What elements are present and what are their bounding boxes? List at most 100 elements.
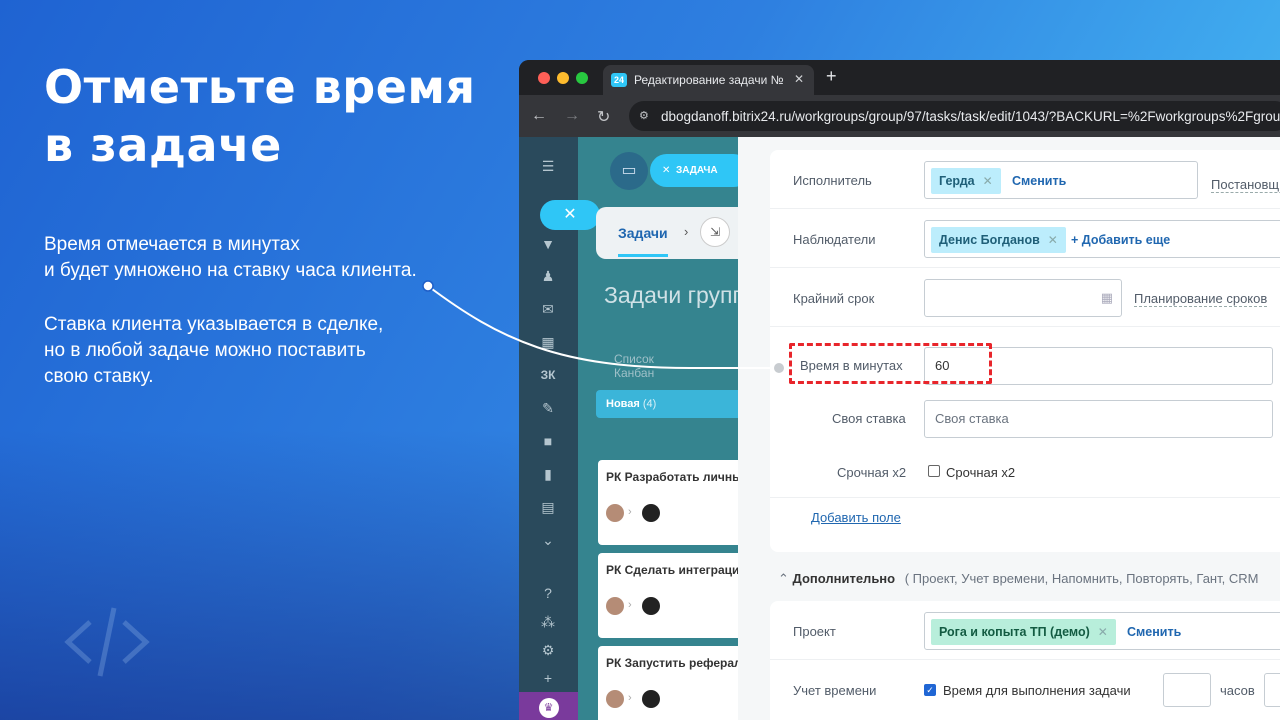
sign-icon[interactable]: ✎ bbox=[539, 399, 557, 417]
urgent-checkbox[interactable] bbox=[928, 465, 940, 477]
avatar bbox=[642, 597, 660, 615]
add-observer-link[interactable]: + Добавить еще bbox=[1071, 233, 1170, 247]
additional-toggle[interactable]: ⌃ Дополнительно ( Проект, Учет времени, … bbox=[778, 571, 1258, 587]
sitemap-icon[interactable]: ⁂ bbox=[539, 613, 557, 631]
remove-icon[interactable]: ✕ bbox=[1048, 227, 1058, 253]
deadline-field[interactable]: ▦ bbox=[924, 279, 1122, 317]
paragraph-minutes: Время отмечается в минутах и будет умнож… bbox=[44, 232, 417, 284]
observer-chip[interactable]: Денис Богданов ✕ bbox=[931, 227, 1066, 253]
create-task-button[interactable]: ✕ ЗАДАЧА bbox=[650, 154, 750, 187]
maximize-window-button[interactable] bbox=[576, 72, 588, 84]
assignee-change-link[interactable]: Сменить bbox=[1012, 174, 1066, 188]
hours-input[interactable] bbox=[1163, 673, 1211, 707]
avatar bbox=[606, 504, 624, 522]
task-card-title: РК Сделать интеграцию bbox=[606, 563, 750, 577]
additional-section: Проект Рога и копыта ТП (демо) ✕ Сменить … bbox=[770, 601, 1280, 720]
row-divider bbox=[770, 208, 1280, 209]
back-arrow-icon[interactable]: ← bbox=[531, 107, 547, 125]
minutes-highlight bbox=[789, 343, 992, 384]
view-list[interactable]: Список bbox=[614, 352, 654, 366]
assignee-chip[interactable]: Герда ✕ bbox=[931, 168, 1001, 194]
calendar-icon[interactable]: ▦ bbox=[539, 333, 557, 351]
slide-headline: Отметьте время в задаче bbox=[44, 58, 476, 174]
bitrix24-favicon-icon: 24 bbox=[611, 73, 627, 87]
mail-icon[interactable]: ✉ bbox=[539, 300, 557, 318]
chart-icon[interactable]: ▮ bbox=[539, 465, 557, 483]
remove-icon[interactable]: ✕ bbox=[983, 168, 993, 194]
create-task-label: ЗАДАЧА bbox=[675, 165, 718, 176]
crown-icon: ♛ bbox=[538, 698, 559, 718]
more-icon[interactable]: ⌄ bbox=[539, 531, 557, 549]
project-field[interactable]: Рога и копыта ТП (демо) ✕ Сменить bbox=[924, 612, 1280, 650]
project-name: Рога и копыта ТП (демо) bbox=[939, 625, 1090, 639]
column-count: (4) bbox=[642, 398, 657, 410]
headline-line-1: Отметьте время bbox=[44, 60, 476, 114]
rate-input[interactable]: Своя ставка bbox=[924, 400, 1273, 438]
box-icon[interactable]: ■ bbox=[539, 432, 557, 450]
contact-card-icon[interactable]: ▤ bbox=[539, 498, 557, 516]
task-card-title: РК Разработать личный bbox=[606, 470, 750, 484]
planning-link[interactable]: Планирование сроков bbox=[1134, 291, 1268, 307]
additional-title: Дополнительно bbox=[792, 571, 896, 586]
url-field[interactable]: ⚙ dbogdanoff.bitrix24.ru/workgroups/grou… bbox=[629, 101, 1280, 131]
task-card[interactable]: РК Сделать интеграцию › bbox=[598, 553, 758, 638]
minimize-window-button[interactable] bbox=[557, 72, 569, 84]
export-icon[interactable]: ⇲ bbox=[700, 217, 730, 247]
add-icon[interactable]: + bbox=[539, 669, 557, 687]
site-settings-icon[interactable]: ⚙ bbox=[639, 109, 653, 123]
close-slider-icon[interactable]: ✕ bbox=[540, 200, 600, 230]
avatar bbox=[642, 504, 660, 522]
observers-field[interactable]: Денис Богданов ✕ + Добавить еще bbox=[924, 220, 1280, 258]
nav-badge[interactable]: ЗК bbox=[539, 366, 557, 384]
calendar-icon[interactable]: ▦ bbox=[1101, 290, 1113, 306]
creator-link[interactable]: Постановщик bbox=[1211, 177, 1280, 193]
assignee-label: Исполнитель bbox=[793, 173, 872, 188]
tab-tasks[interactable]: Задачи bbox=[618, 225, 668, 241]
tasks-tab-bar: Задачи › ⇲ bbox=[596, 207, 756, 259]
add-field-link[interactable]: Добавить поле bbox=[811, 510, 901, 525]
help-icon[interactable]: ? bbox=[539, 584, 557, 602]
tab-underline bbox=[618, 254, 668, 257]
chevron-right-icon: › bbox=[684, 224, 689, 239]
paragraph-line: и будет умножено на ставку часа клиента. bbox=[44, 260, 417, 281]
remove-icon[interactable]: ✕ bbox=[1098, 619, 1108, 645]
reload-icon[interactable]: ↻ bbox=[597, 107, 610, 127]
avatar bbox=[606, 690, 624, 708]
plan-badge[interactable]: ♛ bbox=[519, 692, 578, 720]
settings-icon[interactable]: ⚙ bbox=[539, 641, 557, 659]
folder-icon[interactable]: ▭ bbox=[610, 152, 648, 190]
kanban-column-header: Новая (4) bbox=[596, 390, 756, 418]
address-bar: ← → ↻ ⚙ dbogdanoff.bitrix24.ru/workgroup… bbox=[519, 95, 1280, 137]
people-icon[interactable]: ♟ bbox=[539, 267, 557, 285]
task-edit-form: Исполнитель Герда ✕ Сменить Постановщик Н… bbox=[738, 137, 1280, 720]
view-kanban[interactable]: Канбан bbox=[614, 366, 654, 380]
paragraph-rate: Ставка клиента указывается в сделке, но … bbox=[44, 312, 383, 390]
headline-line-2: в задаче bbox=[44, 118, 282, 172]
project-chip[interactable]: Рога и копыта ТП (демо) ✕ bbox=[931, 619, 1116, 645]
rate-placeholder: Своя ставка bbox=[935, 411, 1009, 426]
tab-title: Редактирование задачи № bbox=[634, 73, 784, 87]
assignee-field[interactable]: Герда ✕ Сменить bbox=[924, 161, 1198, 199]
browser-tab[interactable]: 24 Редактирование задачи № ✕ bbox=[603, 65, 814, 95]
menu-icon[interactable]: ☰ bbox=[539, 157, 557, 175]
close-tab-icon[interactable]: ✕ bbox=[794, 72, 804, 86]
task-card-title: РК Запустить реферал bbox=[606, 656, 742, 670]
close-window-button[interactable] bbox=[538, 72, 550, 84]
new-tab-icon[interactable]: + bbox=[826, 66, 837, 87]
paragraph-line: свою ставку. bbox=[44, 366, 154, 387]
filter-icon[interactable]: ▼ bbox=[539, 235, 557, 253]
time-tracking-checkbox[interactable]: ✓ bbox=[924, 684, 936, 696]
project-change-link[interactable]: Сменить bbox=[1127, 625, 1181, 639]
bitrix-app: ☰ ▼ ♟ ✉ ▦ ЗК ✎ ■ ▮ ▤ ⌄ ? ⁂ ⚙ + ♛ ✕ ▭ ✕ З… bbox=[519, 137, 1280, 720]
forward-arrow-icon[interactable]: → bbox=[564, 107, 580, 125]
main-fields-section: Исполнитель Герда ✕ Сменить Постановщик Н… bbox=[770, 150, 1280, 552]
chevron-right-icon: › bbox=[628, 599, 632, 611]
code-brackets-icon bbox=[64, 607, 150, 677]
task-card[interactable]: РК Разработать личный › bbox=[598, 460, 758, 545]
chevron-up-icon: ⌃ bbox=[778, 571, 789, 586]
task-card[interactable]: РК Запустить реферал › bbox=[598, 646, 758, 720]
urgent-checkbox-label: Срочная x2 bbox=[946, 465, 1016, 480]
avatar bbox=[606, 597, 624, 615]
assignee-name: Герда bbox=[939, 174, 975, 188]
minutes-estimate-input[interactable] bbox=[1264, 673, 1280, 707]
